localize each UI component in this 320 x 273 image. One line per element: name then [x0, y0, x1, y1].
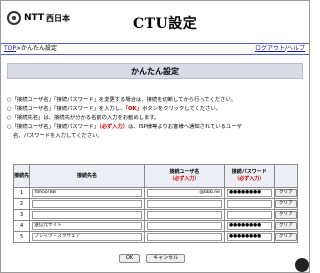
row-number: 1 [12, 187, 31, 199]
clear-button[interactable]: クリア [274, 200, 297, 208]
clear-button[interactable]: クリア [274, 233, 297, 241]
name-cell: フレッツ・スクウェア [29, 231, 145, 243]
clear-button[interactable]: クリア [274, 222, 297, 230]
user-name-input[interactable] [146, 200, 222, 208]
user-name-input[interactable] [146, 233, 222, 241]
form-actions: OK キャンセル [119, 254, 186, 263]
note-3: ○「接続先名」は、接続先が分かる名前の入力をお勧めします。 [7, 115, 160, 122]
clear-button[interactable]: クリア [274, 189, 297, 197]
page-title: CTU設定 [133, 16, 198, 32]
user-cell [143, 220, 225, 232]
note-2: ○「接続ユーザ名」「接続パスワード」を入力し、「OK」ボタンをクリックしてくださ… [7, 105, 303, 114]
user-cell [143, 231, 225, 243]
table-header-row: 接続先 接続先名 接続ユーザ名 （必ず入力） 接続パスワード （必ず入力） [12, 164, 299, 188]
note-4-text-c: は、ISP様等よりお客様へ通知されているユーザ [128, 124, 242, 131]
note-4-required: （必ず入力） [98, 124, 129, 131]
password-input[interactable] [226, 211, 272, 219]
table-row: 4 送信元サイト ●●●●●●●● クリア [12, 220, 299, 232]
header-user-required: （必ず入力） [169, 176, 200, 182]
header-connection-number: 接続先 [12, 164, 31, 188]
user-name-input[interactable]: @bbb.ne [146, 189, 222, 197]
clear-cell: クリア [273, 187, 299, 199]
instructions: ○「接続ユーザ名」「接続パスワード」を変更する場合は、接続を切断してから行ってく… [7, 96, 303, 141]
table-row: 5 フレッツ・スクウェア ●●●●●●●● クリア [12, 231, 299, 243]
row-number: 5 [12, 231, 31, 243]
user-cell [143, 198, 225, 210]
cancel-button[interactable]: キャンセル [146, 254, 186, 263]
corner-badge-icon [295, 258, 309, 272]
breadcrumb-top-link[interactable]: TOP [4, 45, 16, 52]
logo-text: NTT [24, 13, 45, 23]
note-2-text-a: ○「接続ユーザ名」「接続パスワード」を入力し、 [7, 106, 126, 113]
logo-subtext: 西日本 [46, 13, 71, 23]
help-link[interactable]: ヘルプ [287, 45, 305, 52]
row-number: 2 [12, 198, 31, 210]
note-4: ○「接続ユーザ名」「接続パスワード」（必ず入力）は、ISP様等よりお客様へ通知さ… [7, 123, 303, 132]
breadcrumb: TOP>かんたん設定 [4, 44, 57, 54]
ntt-logo: NTT 西日本 [7, 11, 70, 25]
clear-button[interactable]: クリア [274, 211, 297, 219]
password-cell [223, 209, 275, 221]
note-4-text-a: ○「接続ユーザ名」「接続パスワード」 [7, 124, 99, 131]
clear-cell: クリア [273, 220, 299, 232]
name-cell [29, 198, 145, 210]
nav-links: ログアウト/ヘルプ [255, 44, 305, 54]
logout-link[interactable]: ログアウト [255, 45, 285, 52]
user-name-input[interactable] [146, 211, 222, 219]
page-header: NTT 西日本 CTU設定 [1, 1, 309, 41]
connection-table: 接続先 接続先名 接続ユーザ名 （必ず入力） 接続パスワード （必ず入力） 1 Ya… [12, 164, 299, 243]
name-cell: 送信元サイト [29, 220, 145, 232]
ok-button[interactable]: OK [119, 254, 141, 263]
table-row: 3 クリア [12, 209, 299, 221]
row-number: 3 [12, 209, 31, 221]
header-clear [273, 164, 299, 188]
clear-cell: クリア [273, 209, 299, 221]
note-2-text-c: ボタンをクリックしてください。 [141, 106, 222, 113]
connection-name-input[interactable]: 送信元サイト [32, 222, 142, 230]
table-row: 1 Yahoo!BB @bbb.ne ●●●●●●●● クリア [12, 187, 299, 199]
password-cell: ●●●●●●●● [223, 187, 275, 199]
user-cell [143, 209, 225, 221]
note-5: 名、パスワードを入力してください。 [13, 133, 103, 140]
connection-name-input[interactable]: Yahoo!BB [32, 189, 142, 197]
header-user-name: 接続ユーザ名 （必ず入力） [143, 164, 225, 188]
clear-cell: クリア [273, 231, 299, 243]
table-row: 2 クリア [12, 198, 299, 210]
connection-name-input[interactable] [32, 211, 142, 219]
password-input[interactable] [226, 200, 272, 208]
connection-name-input[interactable] [32, 200, 142, 208]
password-cell [223, 198, 275, 210]
row-number: 4 [12, 220, 31, 232]
section-title: かんたん設定 [7, 63, 303, 79]
header-user-label: 接続ユーザ名 [169, 169, 200, 175]
password-cell: ●●●●●●●● [223, 231, 275, 243]
name-cell: Yahoo!BB [29, 187, 145, 199]
connection-name-input[interactable]: フレッツ・スクウェア [32, 233, 142, 241]
header-connection-name: 接続先名 [29, 164, 145, 188]
password-input[interactable]: ●●●●●●●● [226, 189, 272, 197]
settings-window: NTT 西日本 CTU設定 TOP>かんたん設定 ログアウト/ヘルプ かんたん設… [0, 0, 310, 273]
password-cell: ●●●●●●●● [223, 220, 275, 232]
navigation-bar: TOP>かんたん設定 ログアウト/ヘルプ [1, 43, 309, 55]
note-2-ok-highlight: 「OK」 [125, 106, 142, 113]
breadcrumb-current: かんたん設定 [21, 45, 58, 52]
name-cell [29, 209, 145, 221]
ntt-logo-icon [7, 11, 21, 25]
password-input[interactable]: ●●●●●●●● [226, 222, 272, 230]
user-name-input[interactable] [146, 222, 222, 230]
note-1: ○「接続ユーザ名」「接続パスワード」を変更する場合は、接続を切断してから行ってく… [7, 97, 237, 103]
user-cell: @bbb.ne [143, 187, 225, 199]
clear-cell: クリア [273, 198, 299, 210]
header-password-label: 接続パスワード [231, 169, 267, 175]
header-password-required: （必ず入力） [234, 176, 265, 182]
password-input[interactable]: ●●●●●●●● [226, 233, 272, 241]
header-password: 接続パスワード （必ず入力） [223, 164, 275, 188]
